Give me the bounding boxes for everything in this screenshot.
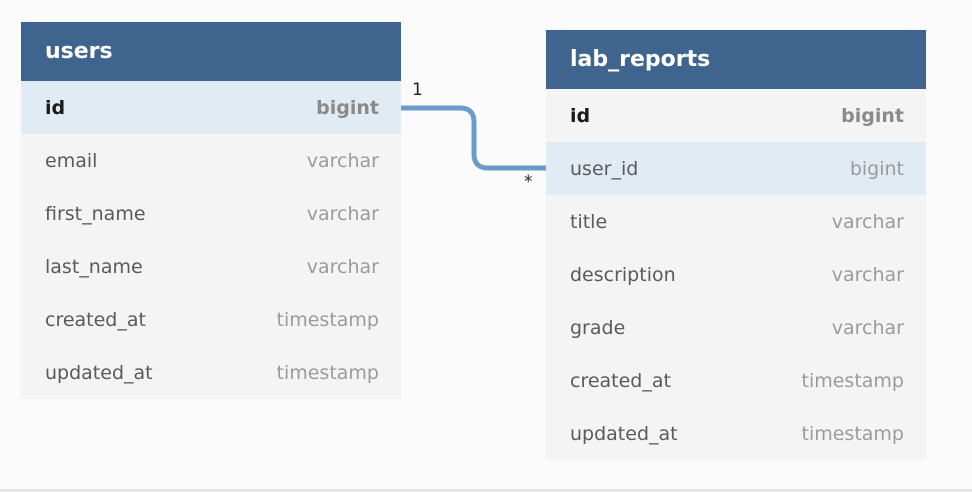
column-row-users-id[interactable]: id bigint [21,81,401,134]
column-type: varchar [306,202,379,225]
column-row-users-updated-at[interactable]: updated_at timestamp [21,346,401,399]
column-name: email [45,149,98,172]
column-type: timestamp [276,308,380,331]
column-row-users-email[interactable]: email varchar [21,134,401,187]
column-name: id [45,96,66,119]
column-row-users-created-at[interactable]: created_at timestamp [21,293,401,346]
column-type: varchar [306,149,379,172]
cardinality-many-label: * [524,172,533,192]
column-name: created_at [45,308,146,331]
column-name: created_at [570,369,671,392]
column-row-users-last-name[interactable]: last_name varchar [21,240,401,293]
column-name: grade [570,316,626,339]
column-name: title [570,210,608,233]
column-type: bigint [849,157,904,180]
cardinality-one-label: 1 [412,80,423,100]
users-table[interactable]: users id bigint email varchar first_name… [21,22,401,399]
column-row-lab-reports-user-id[interactable]: user_id bigint [546,142,926,195]
column-row-lab-reports-description[interactable]: description varchar [546,248,926,301]
column-row-lab-reports-title[interactable]: title varchar [546,195,926,248]
column-type: bigint [841,104,904,127]
column-type: timestamp [276,361,380,384]
column-type: varchar [831,316,904,339]
column-row-users-first-name[interactable]: first_name varchar [21,187,401,240]
column-row-lab-reports-grade[interactable]: grade varchar [546,301,926,354]
column-name: first_name [45,202,146,225]
column-type: varchar [306,255,379,278]
table-header-lab-reports[interactable]: lab_reports [546,30,926,89]
column-name: last_name [45,255,143,278]
column-type: varchar [831,263,904,286]
table-header-users[interactable]: users [21,22,401,81]
diagram-canvas: 1 * users id bigint email varchar first_… [0,0,972,492]
column-type: varchar [831,210,904,233]
lab-reports-table[interactable]: lab_reports id bigint user_id bigint tit… [546,30,926,460]
column-name: id [570,104,591,127]
column-row-lab-reports-id[interactable]: id bigint [546,89,926,142]
column-name: description [570,263,676,286]
column-type: bigint [316,96,379,119]
column-name: user_id [570,157,639,180]
column-row-lab-reports-created-at[interactable]: created_at timestamp [546,354,926,407]
column-name: updated_at [570,422,678,445]
column-row-lab-reports-updated-at[interactable]: updated_at timestamp [546,407,926,460]
column-type: timestamp [801,422,905,445]
column-name: updated_at [45,361,153,384]
column-type: timestamp [801,369,905,392]
